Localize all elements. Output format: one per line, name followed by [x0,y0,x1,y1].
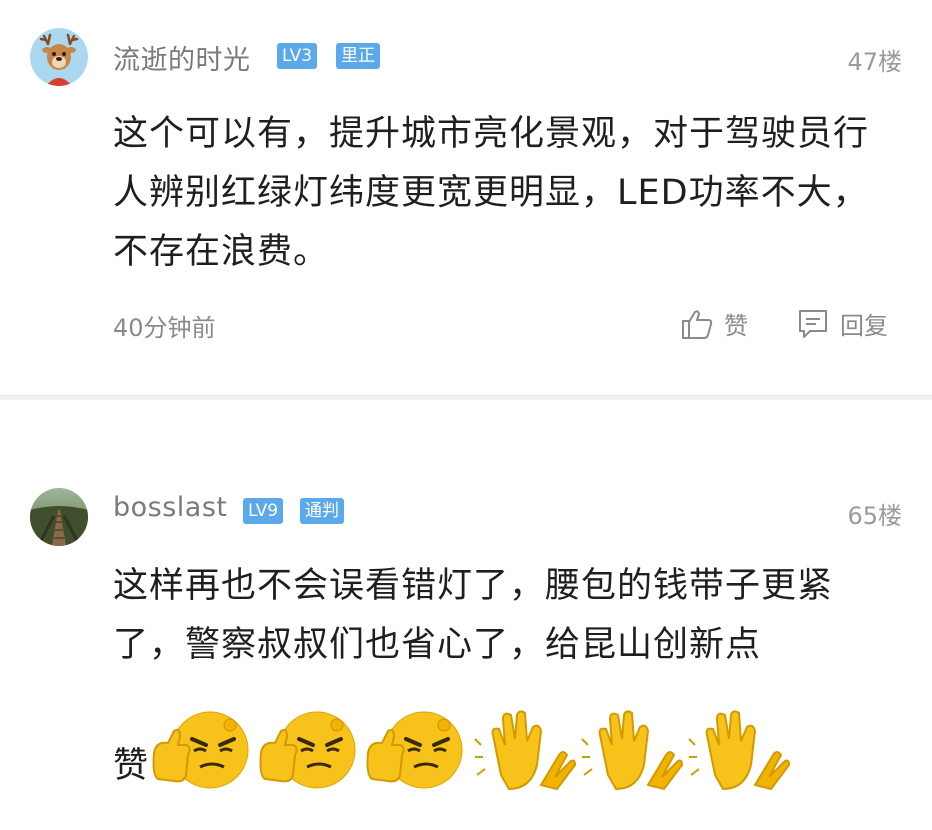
level-badge: LV3 [277,43,318,69]
floor-number: 65楼 [847,502,902,530]
clapping-hands-emoji [578,705,685,795]
thumbs-up-face-emoji [257,705,364,795]
comment-item: 流逝的时光 LV3 里正 47楼 这个可以有，提升城市亮化景观，对于驾驶员行人辨… [0,0,932,392]
comment-text-tail: 赞 [113,745,149,786]
comment-text: 这个可以有，提升城市亮化景观，对于驾驶员行人辨别红绿灯纬度更宽更明显，LED功率… [113,114,870,272]
comment-time: 40分钟前 [113,314,216,342]
comment-item: bosslast LV9 通判 65楼 这样再也不会误看错灯了，腰包的钱带子更紧… [0,460,932,830]
comment-divider [0,395,932,400]
role-badge: 里正 [336,43,380,69]
user-avatar[interactable] [30,28,88,86]
thumbs-up-face-emoji [364,705,471,795]
comment-text: 这样再也不会误看错灯了，腰包的钱带子更紧了，警察叔叔们也省心了，给昆山创新点 [113,566,834,665]
username[interactable]: 流逝的时光 [113,38,251,77]
deer-avatar-icon [30,28,88,86]
clapping-hands-emoji [471,705,578,795]
reply-label: 回复 [840,312,888,340]
like-label: 赞 [724,312,748,340]
reply-button[interactable]: 回复 [796,306,888,341]
username[interactable]: bosslast [113,492,228,523]
user-avatar[interactable] [30,488,88,546]
clapping-hands-emoji [685,705,792,795]
railway-avatar-icon [30,488,88,546]
floor-number: 47楼 [847,48,902,76]
thumbs-up-face-emoji [150,705,257,795]
like-button[interactable]: 赞 [680,306,748,341]
role-badge: 通判 [300,498,344,524]
comment-bubble-icon [799,309,827,338]
emoji-row: 赞 [113,705,792,795]
thumbs-up-icon [682,309,713,339]
level-badge: LV9 [243,498,284,524]
